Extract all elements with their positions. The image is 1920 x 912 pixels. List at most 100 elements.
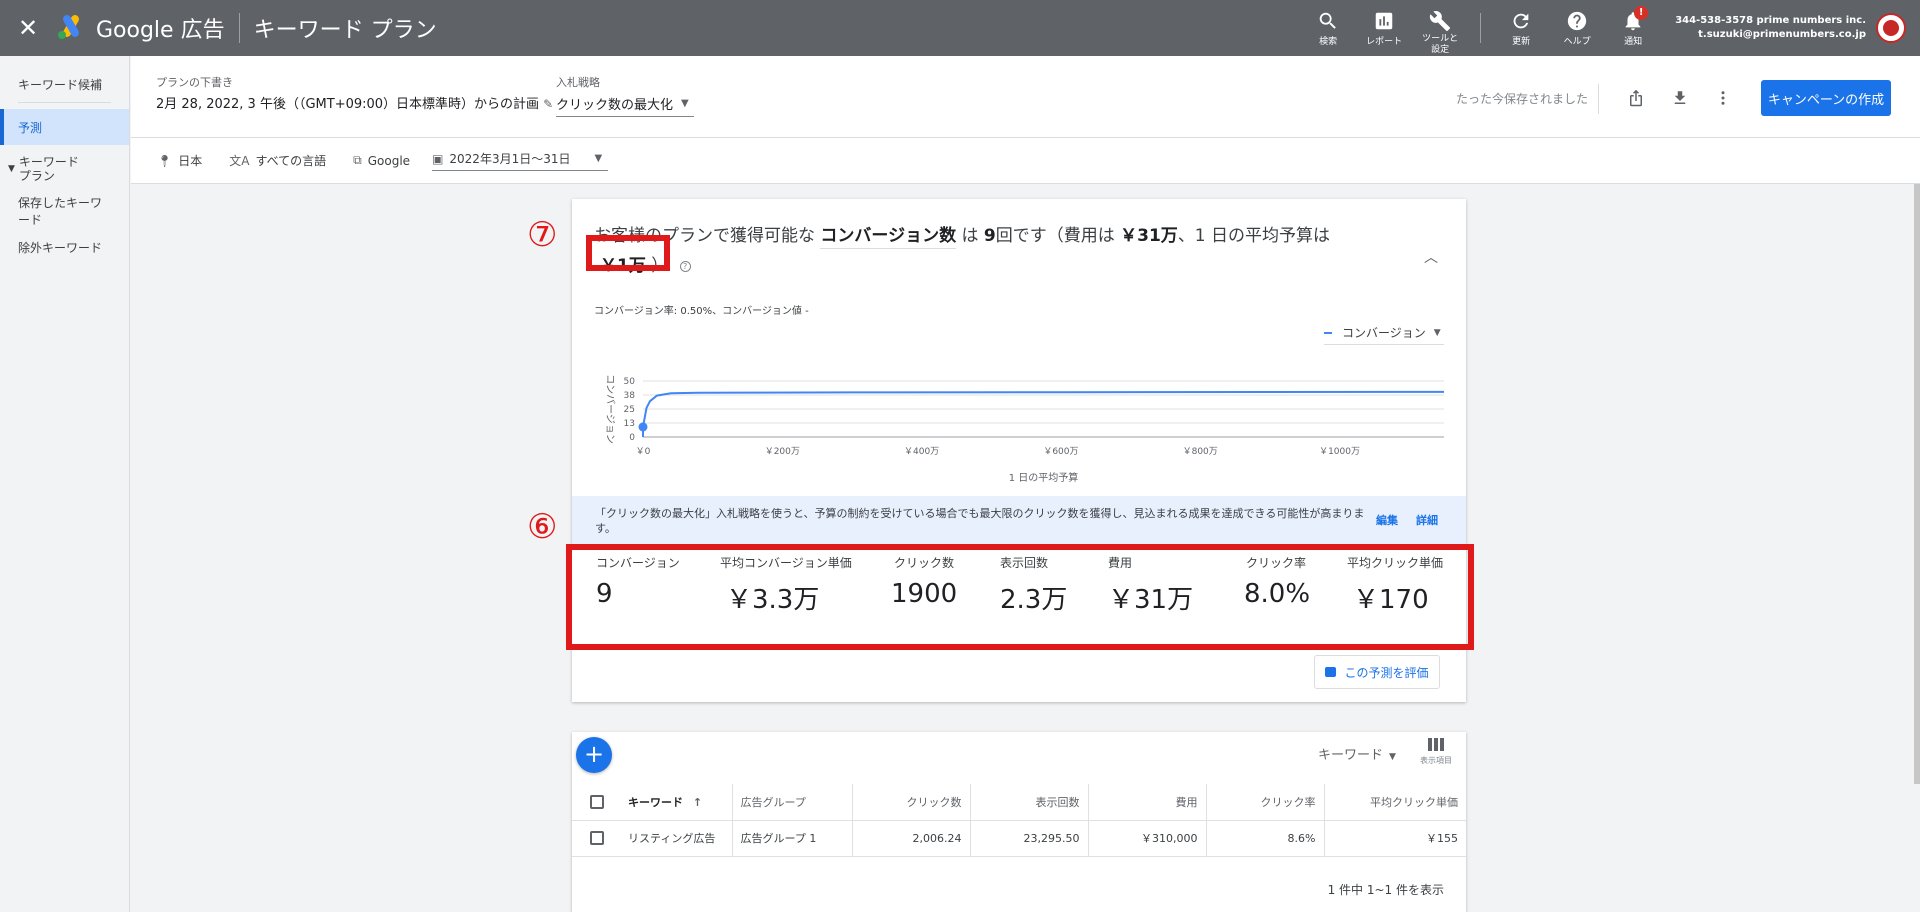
- page-title: キーワード プラン: [253, 18, 437, 43]
- columns-button[interactable]: 表示項目: [1414, 738, 1458, 766]
- forecast-card: お客様のプランで獲得可能な コンバージョン数 は 9回です（費用は ￥31万、1…: [527, 199, 1474, 702]
- column-header-ctr[interactable]: クリック率: [1205, 784, 1324, 821]
- plan-value[interactable]: 2月 28, 2022, 3 午後（（GMT+09:00）日本標準時）からの計画…: [156, 93, 553, 112]
- bid-strategy-select[interactable]: クリック数の最大化 ▼: [556, 91, 694, 117]
- google-ads-logo: [56, 13, 88, 43]
- dropdown-arrow-icon: ▼: [594, 153, 603, 164]
- download-icon[interactable]: [1668, 86, 1692, 110]
- cell-impressions: 23,295.50: [969, 820, 1088, 857]
- saved-status: たった今保存されました: [1456, 92, 1589, 106]
- avatar[interactable]: [1876, 13, 1906, 43]
- scrollbar[interactable]: [1914, 184, 1920, 784]
- table-header-row: キーワード ↑ 広告グループ クリック数 表示回数 費用 クリック率 平均クリッ…: [572, 784, 1466, 821]
- column-header-clicks[interactable]: クリック数: [851, 784, 970, 821]
- banner-edit-link[interactable]: 編集: [1376, 512, 1398, 528]
- collapse-chevron-icon[interactable]: ︿: [1424, 247, 1438, 267]
- sidebar-item-forecast[interactable]: 予測: [0, 109, 129, 145]
- translate-icon: 文A: [229, 154, 250, 168]
- column-header-impressions[interactable]: 表示回数: [969, 784, 1088, 821]
- banner-text: 「クリック数の最大化」入札戦略を使うと、予算の制約を受けている場合でも最大限のク…: [595, 507, 1365, 535]
- avatar-image: [1883, 20, 1899, 36]
- data-point-marker: [638, 422, 648, 432]
- pencil-icon[interactable]: ✎: [543, 97, 553, 111]
- cell-ctr: 8.6%: [1205, 820, 1324, 857]
- y-tick-label: 13: [624, 419, 635, 429]
- search-button[interactable]: 検索: [1300, 0, 1356, 56]
- banner-detail-link[interactable]: 詳細: [1416, 512, 1438, 528]
- x-axis-label: 1 日の平均予算: [1009, 471, 1079, 484]
- pagination-text: 1 件中 1~1 件を表示: [1327, 883, 1444, 897]
- topbar-separator: [1480, 13, 1482, 43]
- share-icon[interactable]: [1624, 86, 1648, 110]
- report-icon: [1375, 12, 1393, 30]
- annotation-box-6: [566, 544, 1474, 650]
- column-header-keyword[interactable]: キーワード ↑: [612, 784, 732, 821]
- dropdown-arrow-icon: ▼: [1389, 752, 1396, 762]
- close-icon[interactable]: ✕: [0, 0, 56, 56]
- feedback-icon: [1325, 667, 1337, 677]
- calendar-icon: ▣: [432, 151, 444, 166]
- refresh-icon: [1513, 13, 1529, 29]
- forecast-chart-svg: 0 13 25 38 50 ￥0 ￥200万 ￥400万 ￥600万 ￥800万 ￥1000万 1 日…: [604, 374, 1445, 484]
- legend-line-swatch: [1324, 331, 1332, 334]
- y-tick-label: 0: [629, 433, 635, 443]
- refresh-button[interactable]: 更新: [1493, 0, 1549, 56]
- select-all-checkbox[interactable]: [590, 794, 604, 809]
- table-row[interactable]: リスティング広告 広告グループ 1 2,006.24 23,295.50 ￥31…: [572, 820, 1466, 857]
- view-select[interactable]: キーワード ▼: [1318, 744, 1396, 763]
- x-tick-label: ￥600万: [1043, 447, 1078, 457]
- headline-metric-select[interactable]: コンバージョン数: [820, 226, 957, 249]
- x-tick-label: ￥0: [636, 447, 651, 457]
- sidebar-item-negative-keywords[interactable]: 除外キーワード: [0, 229, 129, 265]
- tools-button[interactable]: ツールと設定: [1412, 0, 1468, 56]
- network-filter-value: Google: [367, 153, 411, 168]
- x-tick-label: ￥800万: [1183, 447, 1218, 457]
- bid-strategy-value: クリック数の最大化: [556, 98, 674, 113]
- column-header-cost[interactable]: 費用: [1087, 784, 1206, 821]
- date-range-filter[interactable]: ▣ 2022年3月1日～31日 ▼: [432, 150, 609, 171]
- help-circle-icon[interactable]: ?: [679, 260, 691, 272]
- language-filter[interactable]: 文A すべての言語: [229, 152, 326, 169]
- location-filter-value: 日本: [178, 154, 203, 168]
- x-tick-label: ￥1000万: [1319, 447, 1360, 457]
- sidebar: キーワード候補 予測 ▼ キーワード プラン 保存したキーワード 除外キーワード: [0, 56, 130, 912]
- column-header-keyword-label: キーワード: [628, 795, 683, 809]
- row-checkbox[interactable]: [590, 831, 604, 845]
- y-axis-label: コンバージョン: [604, 374, 616, 444]
- report-button-label: レポート: [1366, 37, 1403, 47]
- header-separator: [1598, 84, 1599, 114]
- cell-ad-group[interactable]: 広告グループ 1: [731, 820, 852, 857]
- keyword-table-card: + キーワード ▼ 表示項目 キーワード ↑ 広告グループ クリック数 表示回数 …: [572, 732, 1466, 912]
- annotation-number-7: ⑦: [527, 215, 558, 255]
- sidebar-item-keyword-plan[interactable]: ▼ キーワード プラン: [0, 145, 129, 193]
- account-info[interactable]: 344-538-3578 prime numbers inc. t.suzuki…: [1675, 14, 1866, 42]
- caret-down-icon: ▼: [8, 164, 15, 174]
- report-button[interactable]: レポート: [1356, 0, 1412, 56]
- account-email: t.suzuki@primenumbers.co.jp: [1698, 29, 1866, 40]
- main-content: お客様のプランで獲得可能な コンバージョン数 は 9回です（費用は ￥31万、1…: [131, 184, 1920, 912]
- help-button-label: ヘルプ: [1563, 37, 1591, 47]
- column-header-avg-cpc[interactable]: 平均クリック単価: [1323, 784, 1466, 821]
- topbar-divider: [238, 13, 240, 43]
- headline-cost: ￥31万: [1120, 226, 1178, 246]
- sidebar-item-saved-keywords[interactable]: 保存したキーワード: [0, 193, 129, 229]
- more-vert-icon[interactable]: [1711, 86, 1735, 110]
- sidebar-item-keyword-plan-label: キーワード プラン: [18, 155, 79, 183]
- columns-icon: [1414, 738, 1458, 751]
- conversion-rate-text: コンバージョン率: 0.50%、コンバージョン値 -: [594, 306, 809, 317]
- cell-keyword[interactable]: リスティング広告: [612, 820, 732, 857]
- headline-text-4: 、1 日の平均予算は: [1177, 226, 1331, 246]
- y-tick-label: 25: [624, 405, 635, 415]
- chart-metric-select[interactable]: コンバージョン ▼: [1324, 321, 1444, 345]
- create-campaign-button[interactable]: キャンペーンの作成: [1761, 80, 1891, 116]
- network-filter[interactable]: ⧉ Google: [353, 153, 410, 168]
- help-button[interactable]: ヘルプ: [1549, 0, 1605, 56]
- location-filter[interactable]: 📍︎ 日本: [157, 152, 202, 169]
- notification-button[interactable]: 通知 !: [1605, 0, 1661, 56]
- rate-forecast-button[interactable]: この予測を評価: [1314, 655, 1440, 689]
- forecast-chart[interactable]: 0 13 25 38 50 ￥0 ￥200万 ￥400万 ￥600万 ￥800万 ￥1000万 1 日…: [587, 349, 1457, 509]
- column-header-ad-group[interactable]: 広告グループ: [731, 784, 852, 821]
- notification-badge: !: [1634, 6, 1649, 20]
- sidebar-item-keyword-ideas[interactable]: キーワード候補: [0, 66, 129, 102]
- add-keyword-button[interactable]: +: [576, 737, 612, 773]
